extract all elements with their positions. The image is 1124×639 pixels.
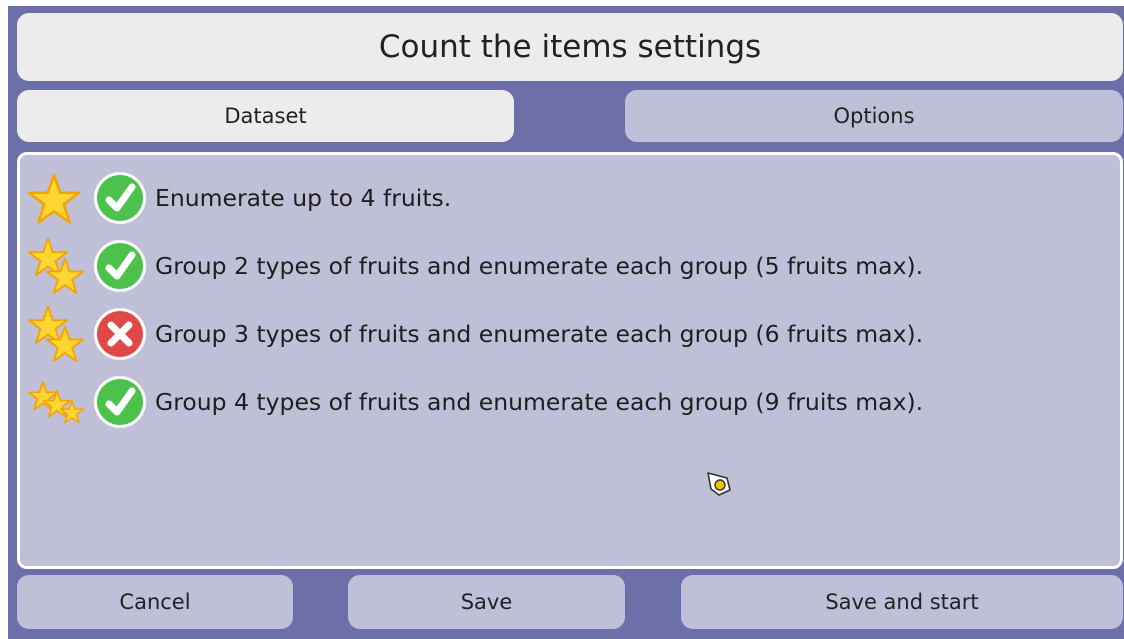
star-icon [28,169,90,227]
three-stars-icon [28,373,90,431]
cross-icon[interactable] [92,306,148,362]
level-row-4[interactable]: Group 4 types of fruits and enumerate ea… [28,373,1088,431]
level-label: Group 2 types of fruits and enumerate ea… [155,252,924,280]
save-and-start-button[interactable]: Save and start [681,575,1123,629]
two-stars-icon [28,237,90,295]
level-label: Group 4 types of fruits and enumerate ea… [155,388,924,416]
tab-dataset[interactable]: Dataset [17,90,514,142]
level-label: Enumerate up to 4 fruits. [155,184,452,212]
level-row-2[interactable]: Group 2 types of fruits and enumerate ea… [28,237,1088,295]
level-row-1[interactable]: Enumerate up to 4 fruits. [28,169,1088,227]
two-stars-icon [28,305,90,363]
dataset-panel: Enumerate up to 4 fruits. Group 2 types … [17,152,1123,569]
check-icon[interactable] [92,374,148,430]
save-button[interactable]: Save [348,575,625,629]
cursor-icon [707,472,731,496]
settings-window: Count the items settings Dataset Options… [8,6,1124,639]
page-title: Count the items settings [17,13,1123,81]
cancel-button[interactable]: Cancel [17,575,293,629]
check-icon[interactable] [92,238,148,294]
tab-options[interactable]: Options [625,90,1123,142]
level-row-3[interactable]: Group 3 types of fruits and enumerate ea… [28,305,1088,363]
level-label: Group 3 types of fruits and enumerate ea… [155,320,924,348]
check-icon[interactable] [92,170,148,226]
